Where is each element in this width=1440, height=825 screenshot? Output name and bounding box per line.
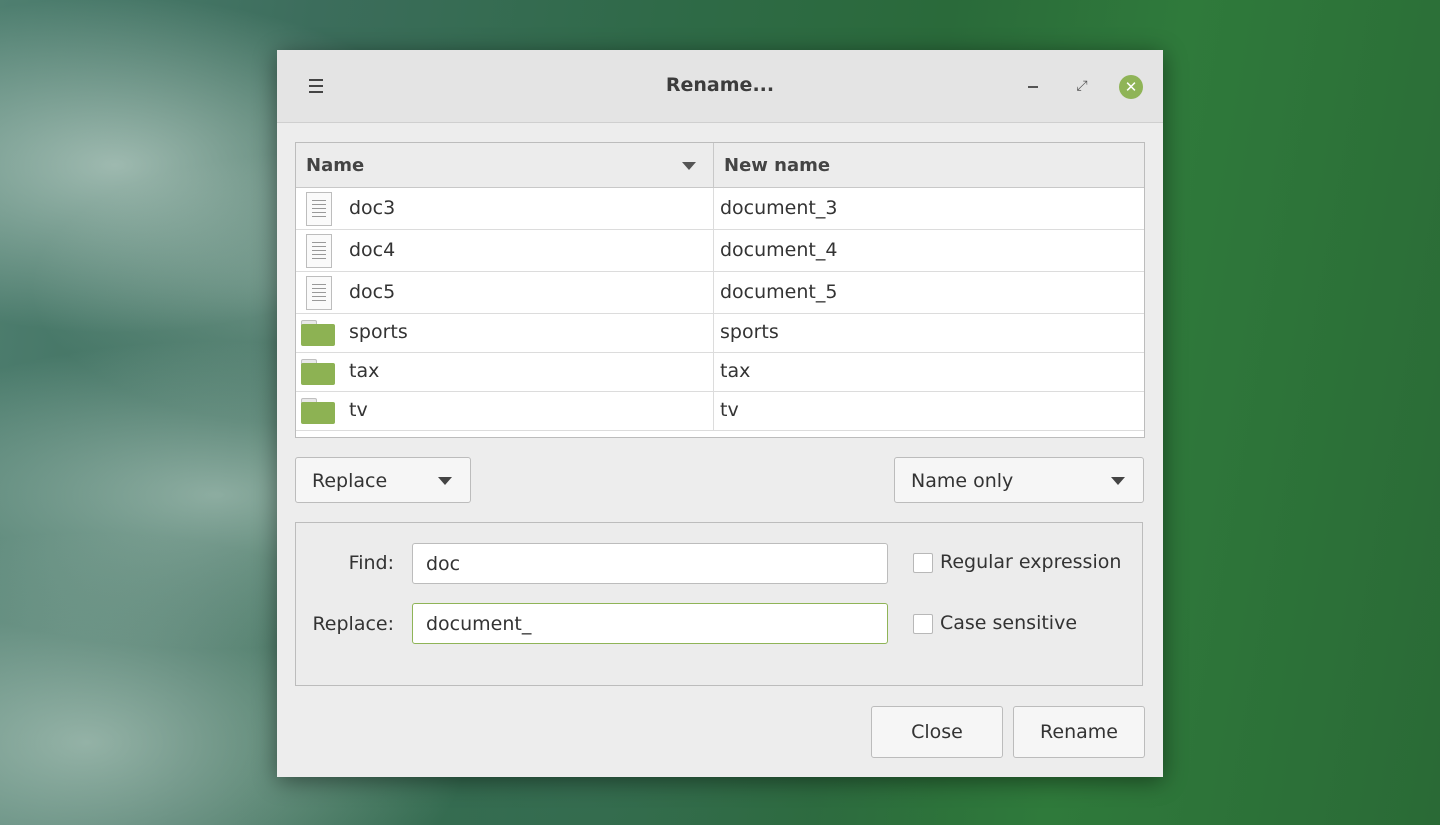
document-icon: [306, 276, 332, 310]
file-new-name: sports: [720, 321, 779, 343]
list-item[interactable]: sports sports: [296, 314, 1144, 353]
file-name: tax: [349, 360, 380, 382]
list-item[interactable]: doc3 document_3: [296, 188, 1144, 230]
file-list[interactable]: Name New name doc3 document_3 doc4 docum…: [295, 142, 1145, 438]
file-name: doc3: [349, 197, 396, 219]
document-icon: [306, 234, 332, 268]
minimize-icon[interactable]: [1020, 73, 1046, 99]
close-button[interactable]: Close: [871, 706, 1003, 758]
find-label: Find:: [348, 552, 394, 574]
case-sensitive-label[interactable]: Case sensitive: [940, 612, 1077, 634]
replace-label: Replace:: [312, 613, 394, 635]
file-new-name: tax: [720, 360, 751, 382]
document-icon: [306, 192, 332, 226]
find-input[interactable]: [412, 543, 888, 584]
file-name: doc4: [349, 239, 396, 261]
mode-dropdown[interactable]: Replace: [295, 457, 471, 503]
folder-icon: [301, 320, 335, 346]
file-name: tv: [349, 399, 368, 421]
list-header: Name New name: [296, 143, 1144, 188]
file-new-name: document_4: [720, 239, 838, 261]
list-item[interactable]: tax tax: [296, 353, 1144, 392]
file-name: sports: [349, 321, 408, 343]
scope-dropdown[interactable]: Name only: [894, 457, 1144, 503]
title-bar: Rename... ⤢ ✕: [277, 50, 1163, 123]
column-name-label: Name: [306, 155, 365, 176]
chevron-down-icon: [1111, 477, 1125, 485]
rename-dialog: Rename... ⤢ ✕ Name New name doc3 documen…: [277, 50, 1163, 777]
sort-descending-icon: [682, 162, 696, 170]
file-new-name: document_3: [720, 197, 838, 219]
rename-button[interactable]: Rename: [1013, 706, 1145, 758]
regex-checkbox[interactable]: [913, 553, 933, 573]
list-item[interactable]: tv tv: [296, 392, 1144, 431]
folder-icon: [301, 398, 335, 424]
column-new-name-label: New name: [724, 155, 831, 176]
file-new-name: document_5: [720, 281, 838, 303]
replace-input[interactable]: [412, 603, 888, 644]
column-header-new-name[interactable]: New name: [714, 143, 1144, 187]
restore-icon[interactable]: ⤢: [1069, 73, 1095, 99]
regex-label[interactable]: Regular expression: [940, 551, 1121, 573]
file-name: doc5: [349, 281, 396, 303]
scope-dropdown-label: Name only: [911, 470, 1014, 492]
folder-icon: [301, 359, 335, 385]
list-item[interactable]: doc5 document_5: [296, 272, 1144, 314]
chevron-down-icon: [438, 477, 452, 485]
column-header-name[interactable]: Name: [296, 143, 714, 187]
list-item[interactable]: doc4 document_4: [296, 230, 1144, 272]
file-new-name: tv: [720, 399, 739, 421]
mode-dropdown-label: Replace: [312, 470, 388, 492]
case-sensitive-checkbox[interactable]: [913, 614, 933, 634]
close-icon[interactable]: ✕: [1119, 75, 1143, 99]
find-replace-panel: Find: Regular expression Replace: Case s…: [295, 522, 1143, 686]
